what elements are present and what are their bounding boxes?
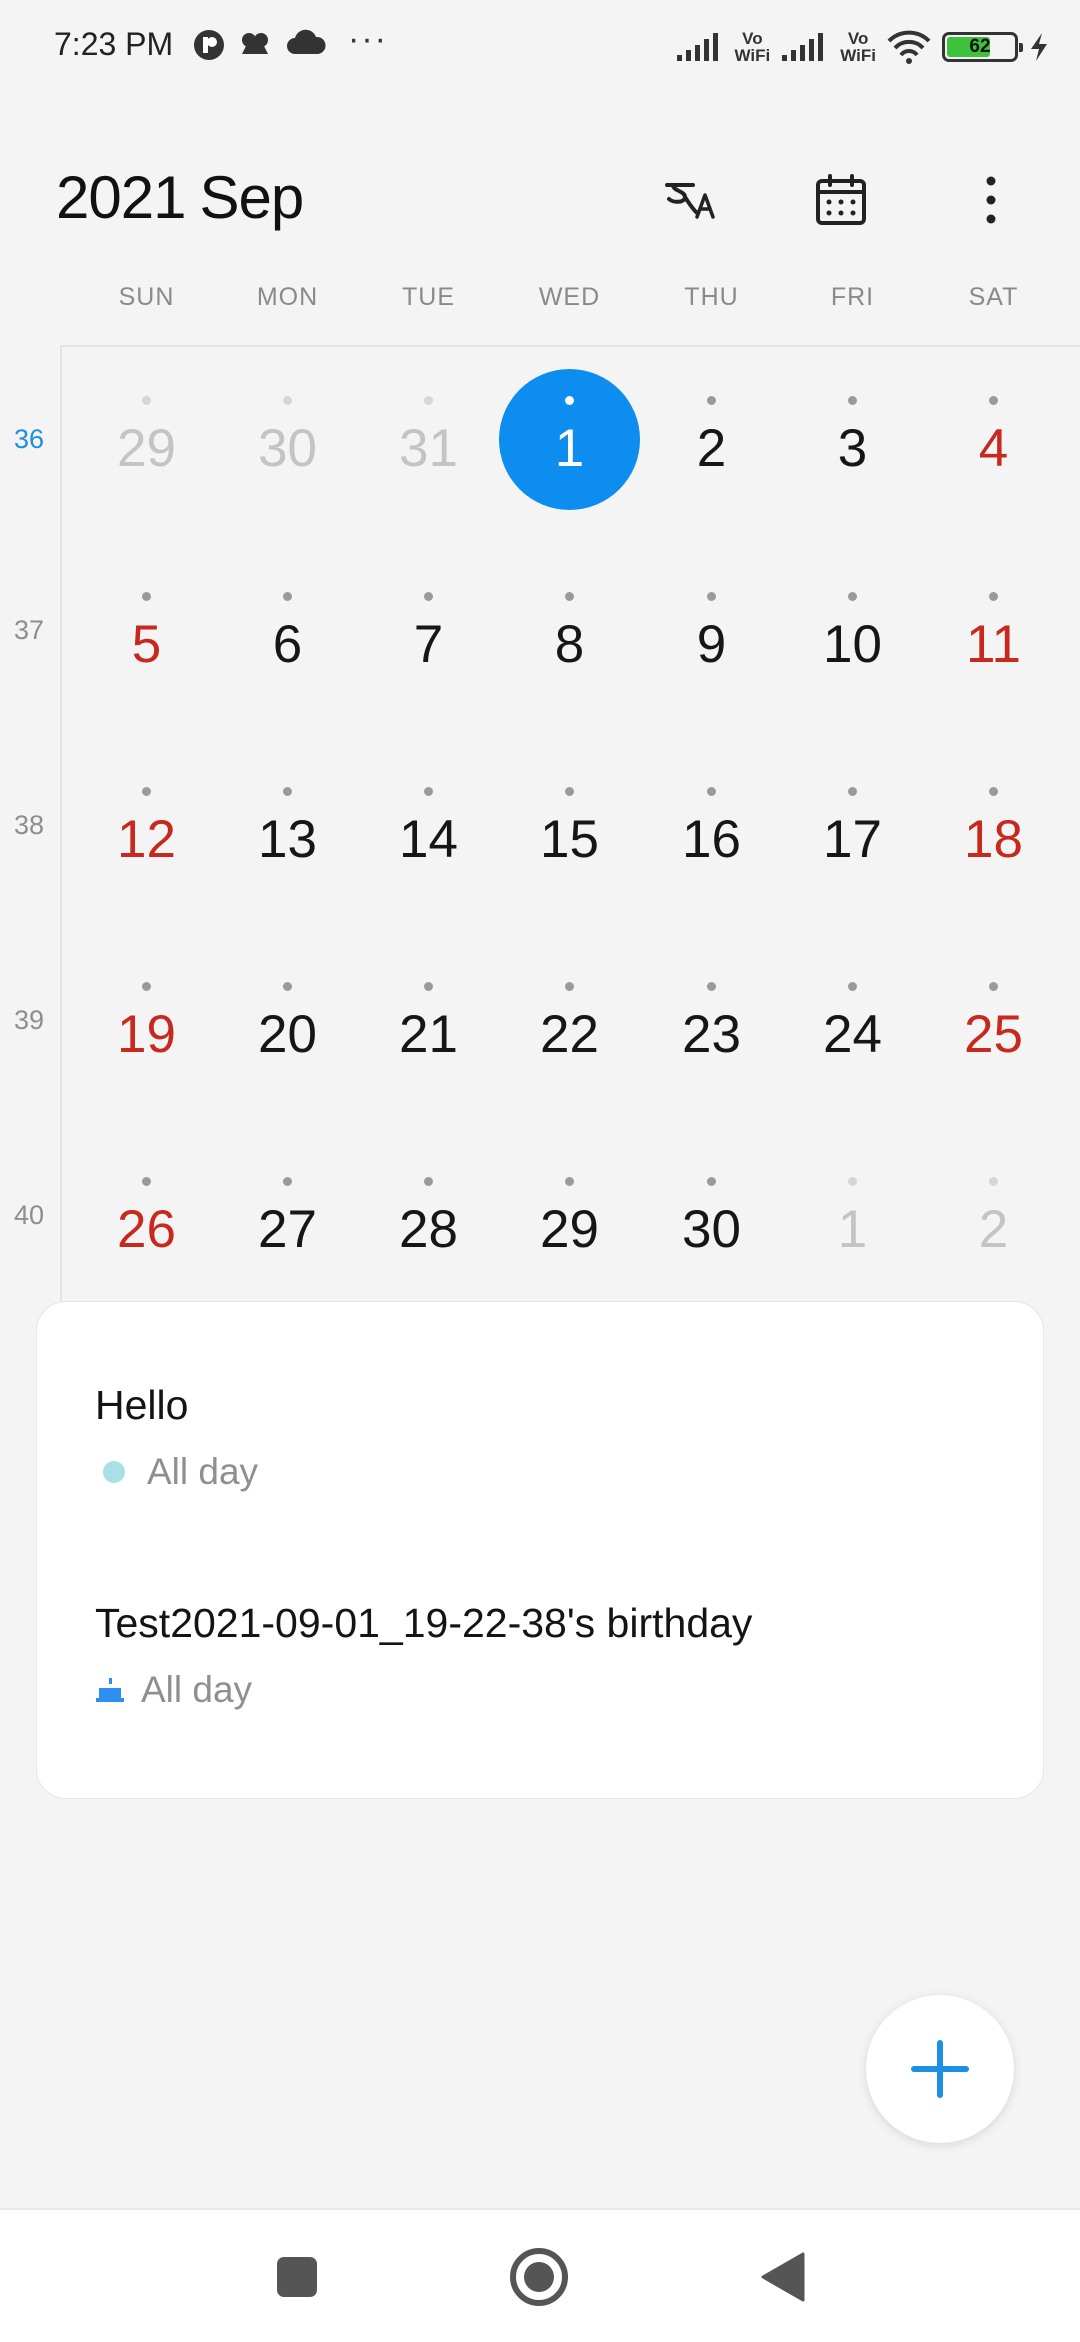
calendar-day[interactable]: 7 <box>358 592 499 722</box>
more-options-button[interactable] <box>956 165 1026 235</box>
calendar-day[interactable]: 2 <box>923 1177 1064 1307</box>
add-event-button[interactable] <box>866 1995 1014 2143</box>
calendar-day[interactable]: 30 <box>641 1177 782 1307</box>
event-title: Test2021-09-01_19-22-38's birthday <box>95 1600 753 1646</box>
weekday-sun: SUN <box>118 283 175 311</box>
vowifi-label-1: Vo WiFi <box>734 29 771 65</box>
weekday-sat: SAT <box>968 283 1019 311</box>
calendar-day[interactable]: 2 <box>641 396 782 526</box>
event-title: Hello <box>95 1382 189 1428</box>
calendar-day[interactable]: 20 <box>217 982 358 1112</box>
language-button[interactable] <box>656 165 726 235</box>
event-time: All day <box>141 1669 253 1710</box>
status-time: 7:23 PM <box>54 26 174 62</box>
calendar-day[interactable]: 26 <box>76 1177 217 1307</box>
square-icon <box>277 2257 317 2297</box>
month-title[interactable]: 2021 Sep <box>56 163 304 232</box>
event-time-row: All day <box>95 1451 258 1493</box>
calendar-day[interactable]: 18 <box>923 787 1064 917</box>
calendar-icon <box>816 174 866 225</box>
birthday-cake-icon <box>96 1678 124 1702</box>
drive-notification-icon <box>242 33 268 54</box>
signal-icon-2 <box>782 33 824 61</box>
system-navigation-bar <box>0 2208 1080 2342</box>
wifi-icon <box>887 30 931 64</box>
more-notifications-icon: ··· <box>348 20 388 58</box>
calendar-day[interactable]: 10 <box>782 592 923 722</box>
calendar-day[interactable]: 30 <box>217 396 358 526</box>
calendar-day[interactable]: 23 <box>641 982 782 1112</box>
signal-icon <box>676 33 718 61</box>
calendar-day-today[interactable]: 1 <box>499 369 640 526</box>
weekday-fri: FRI <box>830 283 875 311</box>
event-color-dot-icon <box>103 1461 125 1483</box>
calendar-day[interactable]: 19 <box>76 982 217 1112</box>
calendar-day[interactable]: 11 <box>923 592 1064 722</box>
calendar-day[interactable]: 13 <box>217 787 358 917</box>
cloud-icon <box>287 29 326 54</box>
today-button[interactable] <box>806 165 876 235</box>
calendar-day[interactable]: 27 <box>217 1177 358 1307</box>
calendar-day[interactable]: 31 <box>358 396 499 526</box>
event-item[interactable]: Hello All day <box>95 1382 258 1493</box>
battery-icon: 62 <box>942 32 1023 62</box>
calendar-day[interactable]: 3 <box>782 396 923 526</box>
back-triangle-icon <box>761 2252 805 2302</box>
weekday-thu: THU <box>684 283 739 311</box>
grid-top-divider <box>62 345 1080 347</box>
calendar-day[interactable]: 5 <box>76 592 217 722</box>
calendar-day[interactable]: 21 <box>358 982 499 1112</box>
home-button[interactable] <box>508 2246 570 2308</box>
battery-level: 62 <box>969 36 991 57</box>
calendar-day[interactable]: 15 <box>499 787 640 917</box>
calendar-day[interactable]: 12 <box>76 787 217 917</box>
calendar-day[interactable]: 14 <box>358 787 499 917</box>
calendar-day[interactable]: 1 <box>782 1177 923 1307</box>
event-time: All day <box>147 1451 259 1492</box>
events-card: Hello All day Test2021-09-01_19-22-38's … <box>36 1301 1044 1799</box>
week-number: 40 <box>13 1200 45 1230</box>
calendar-day[interactable]: 24 <box>782 982 923 1112</box>
year-label: 2021 <box>56 164 186 231</box>
calendar-day[interactable]: 29 <box>76 396 217 526</box>
week-number: 37 <box>13 615 45 645</box>
weekday-tue: TUE <box>402 283 455 311</box>
calendar-day[interactable]: 8 <box>499 592 640 722</box>
week-number: 38 <box>13 810 45 840</box>
calendar-day[interactable]: 6 <box>217 592 358 722</box>
plus-icon <box>911 2040 969 2098</box>
month-label: Sep <box>199 164 304 231</box>
event-item[interactable]: Test2021-09-01_19-22-38's birthday All d… <box>95 1600 752 1711</box>
app-notification-icon <box>194 30 224 60</box>
calendar-day[interactable]: 16 <box>641 787 782 917</box>
calendar-day[interactable]: 9 <box>641 592 782 722</box>
translate-icon <box>665 183 715 219</box>
more-vert-icon <box>986 176 996 224</box>
calendar-day[interactable]: 4 <box>923 396 1064 526</box>
weekday-mon: MON <box>256 283 319 311</box>
recent-apps-button[interactable] <box>266 2246 328 2308</box>
calendar-day[interactable]: 22 <box>499 982 640 1112</box>
status-right-icons: Vo WiFi Vo WiFi 62 <box>675 22 1050 72</box>
calendar-day[interactable]: 29 <box>499 1177 640 1307</box>
status-bar: 7:23 PM ··· Vo WiFi Vo WiFi 62 <box>0 0 1080 96</box>
back-button[interactable] <box>752 2246 814 2308</box>
week-number: 36 <box>13 424 45 454</box>
calendar-day[interactable]: 28 <box>358 1177 499 1307</box>
home-circle-icon <box>510 2248 568 2306</box>
week-number-divider <box>60 345 62 1305</box>
week-number: 39 <box>13 1005 45 1035</box>
calendar-day[interactable]: 25 <box>923 982 1064 1112</box>
vowifi-label-2: Vo WiFi <box>840 29 876 65</box>
weekday-wed: WED <box>538 283 601 311</box>
charging-icon <box>1031 33 1047 61</box>
weekday-header: SUN MON TUE WED THU FRI SAT <box>0 283 1080 323</box>
event-time-row: All day <box>95 1669 752 1711</box>
calendar-day[interactable]: 17 <box>782 787 923 917</box>
